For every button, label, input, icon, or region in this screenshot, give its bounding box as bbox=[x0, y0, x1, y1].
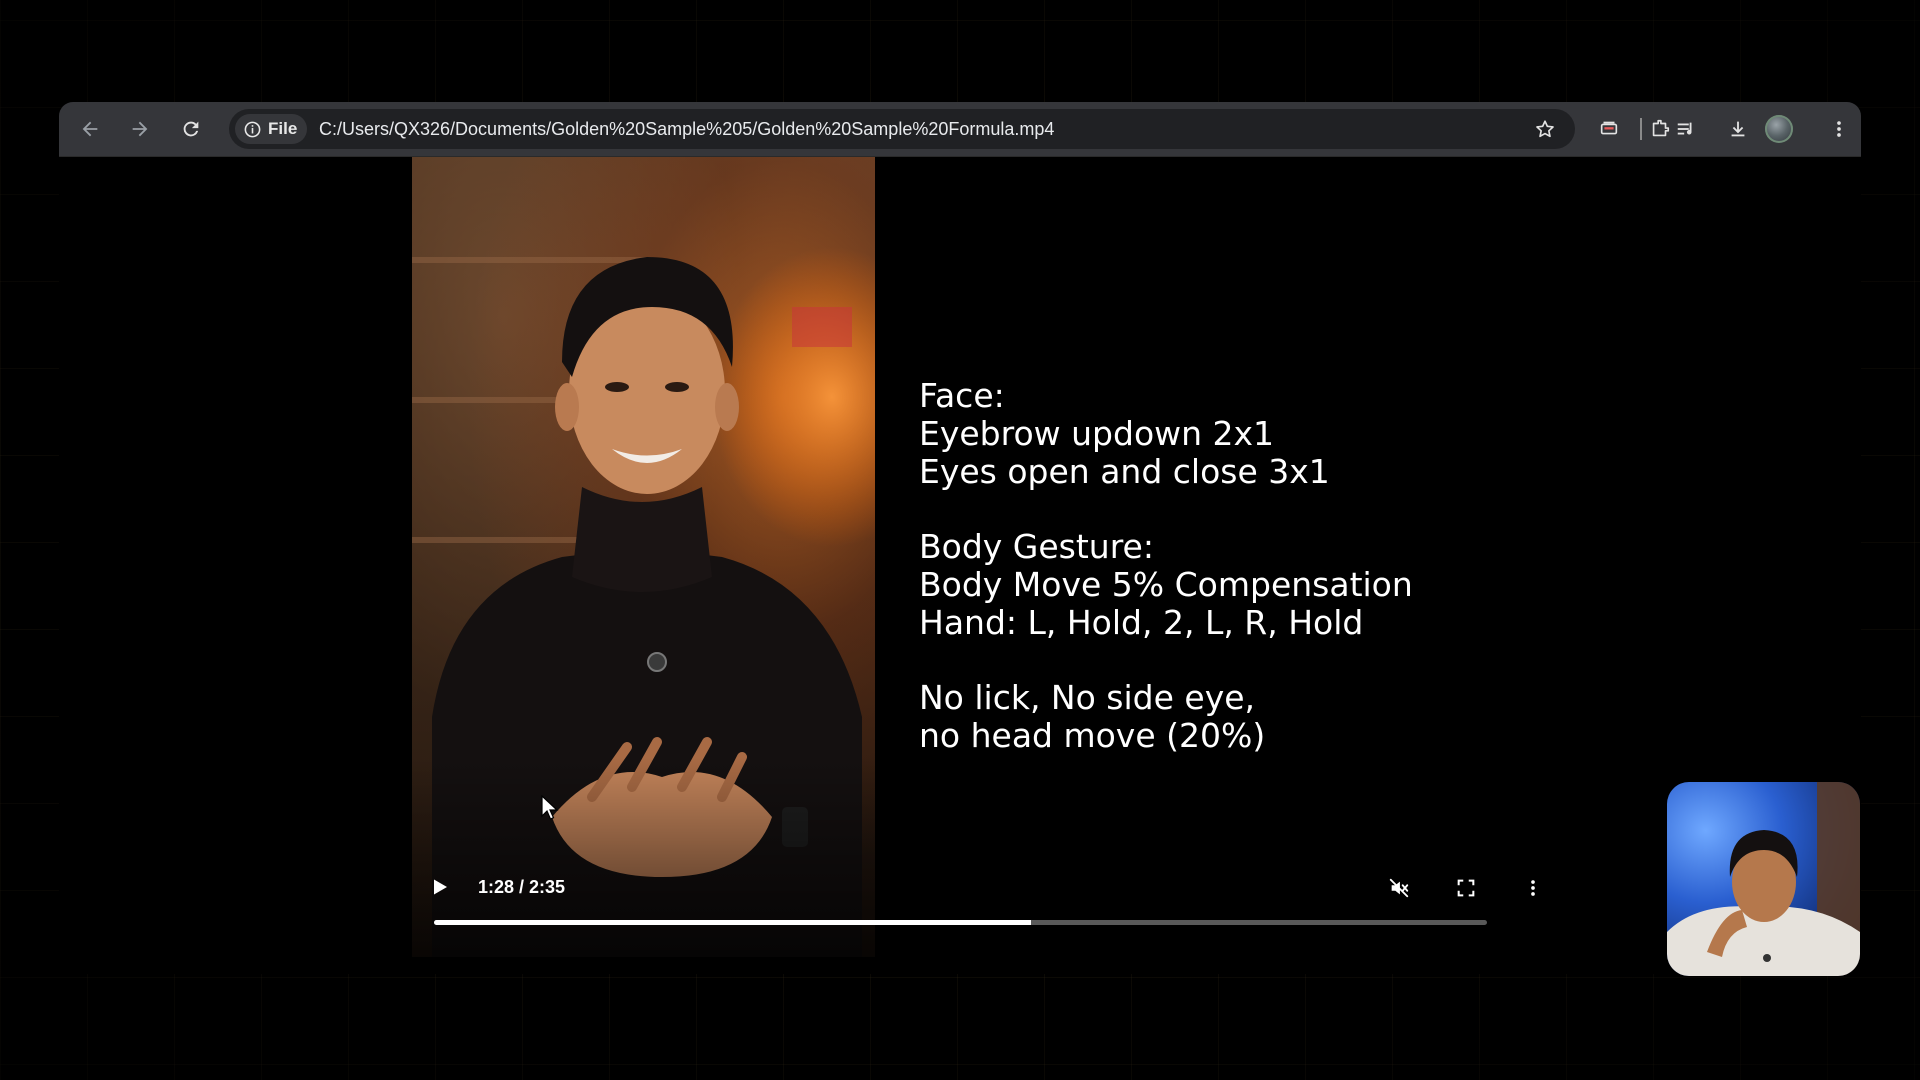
notes-block-restrictions: No lick, No side eye, no head move (20%) bbox=[919, 679, 1413, 755]
video-player[interactable]: Face: Eyebrow updown 2x1 Eyes open and c… bbox=[412, 157, 1535, 957]
download-icon bbox=[1731, 121, 1745, 137]
presenter-video-image bbox=[412, 157, 875, 957]
info-icon bbox=[244, 121, 261, 137]
site-info-label: File bbox=[268, 119, 298, 138]
fullscreen-icon bbox=[1457, 879, 1475, 897]
webcam-pip bbox=[1667, 782, 1860, 976]
notes-block-body-gesture: Body Gesture: Body Move 5% Compensation … bbox=[919, 528, 1413, 642]
browser-window: File C:/Users/QX326/Documents/Golden%20S… bbox=[59, 102, 1861, 974]
arrow-left-icon bbox=[82, 121, 98, 137]
progress-bar[interactable] bbox=[434, 920, 1487, 925]
arrow-right-icon bbox=[132, 121, 148, 137]
cast-icon bbox=[1600, 121, 1618, 135]
play-button[interactable] bbox=[426, 873, 454, 901]
reload-icon bbox=[183, 121, 199, 137]
star-icon bbox=[1536, 120, 1554, 138]
presenter-figure bbox=[412, 247, 875, 957]
url-text[interactable]: C:/Users/QX326/Documents/Golden%20Sample… bbox=[319, 119, 1054, 140]
forward-button[interactable] bbox=[125, 114, 155, 144]
video-controls: 1:28 / 2:35 bbox=[412, 857, 1535, 957]
mute-button[interactable] bbox=[1384, 873, 1414, 903]
kebab-menu-icon bbox=[1531, 880, 1535, 896]
browser-toolbar: File C:/Users/QX326/Documents/Golden%20S… bbox=[59, 102, 1861, 157]
notes-line: Eyebrow updown 2x1 bbox=[919, 414, 1275, 453]
toolbar-divider bbox=[1640, 118, 1642, 140]
notes-block-face: Face: Eyebrow updown 2x1 Eyes open and c… bbox=[919, 377, 1413, 491]
video-options-button[interactable] bbox=[1518, 873, 1548, 903]
media-control-button[interactable] bbox=[1671, 114, 1701, 144]
video-overlay-notes: Face: Eyebrow updown 2x1 Eyes open and c… bbox=[919, 377, 1413, 792]
bookmark-star-button[interactable] bbox=[1531, 115, 1559, 143]
notes-line: Body Gesture: bbox=[919, 527, 1154, 566]
address-bar[interactable]: File C:/Users/QX326/Documents/Golden%20S… bbox=[229, 109, 1575, 149]
download-button[interactable] bbox=[1723, 114, 1753, 144]
reload-button[interactable] bbox=[176, 114, 206, 144]
kebab-menu-icon bbox=[1837, 121, 1841, 137]
notes-line: Body Move 5% Compensation bbox=[919, 565, 1413, 604]
notes-line: Face: bbox=[919, 376, 1005, 415]
cast-button[interactable] bbox=[1594, 114, 1624, 144]
notes-line: Eyes open and close 3x1 bbox=[919, 452, 1330, 491]
back-button[interactable] bbox=[75, 114, 105, 144]
media-control-icon bbox=[1677, 122, 1692, 135]
site-info-chip[interactable]: File bbox=[235, 114, 308, 144]
webcam-presenter-figure bbox=[1667, 782, 1860, 976]
progress-fill bbox=[434, 920, 1032, 925]
fullscreen-button[interactable] bbox=[1451, 873, 1481, 903]
browser-menu-button[interactable] bbox=[1824, 114, 1854, 144]
play-icon bbox=[434, 879, 447, 895]
notes-line: No lick, No side eye, bbox=[919, 678, 1256, 717]
notes-line: Hand: L, Hold, 2, L, R, Hold bbox=[919, 603, 1364, 642]
mouse-cursor-icon bbox=[541, 795, 559, 820]
profile-avatar[interactable] bbox=[1765, 115, 1793, 143]
time-display: 1:28 / 2:35 bbox=[478, 877, 566, 897]
extensions-icon bbox=[1652, 119, 1670, 137]
video-viewport: Face: Eyebrow updown 2x1 Eyes open and c… bbox=[59, 157, 1861, 974]
muted-speaker-icon bbox=[1389, 878, 1409, 898]
notes-line: no head move (20%) bbox=[919, 716, 1266, 755]
